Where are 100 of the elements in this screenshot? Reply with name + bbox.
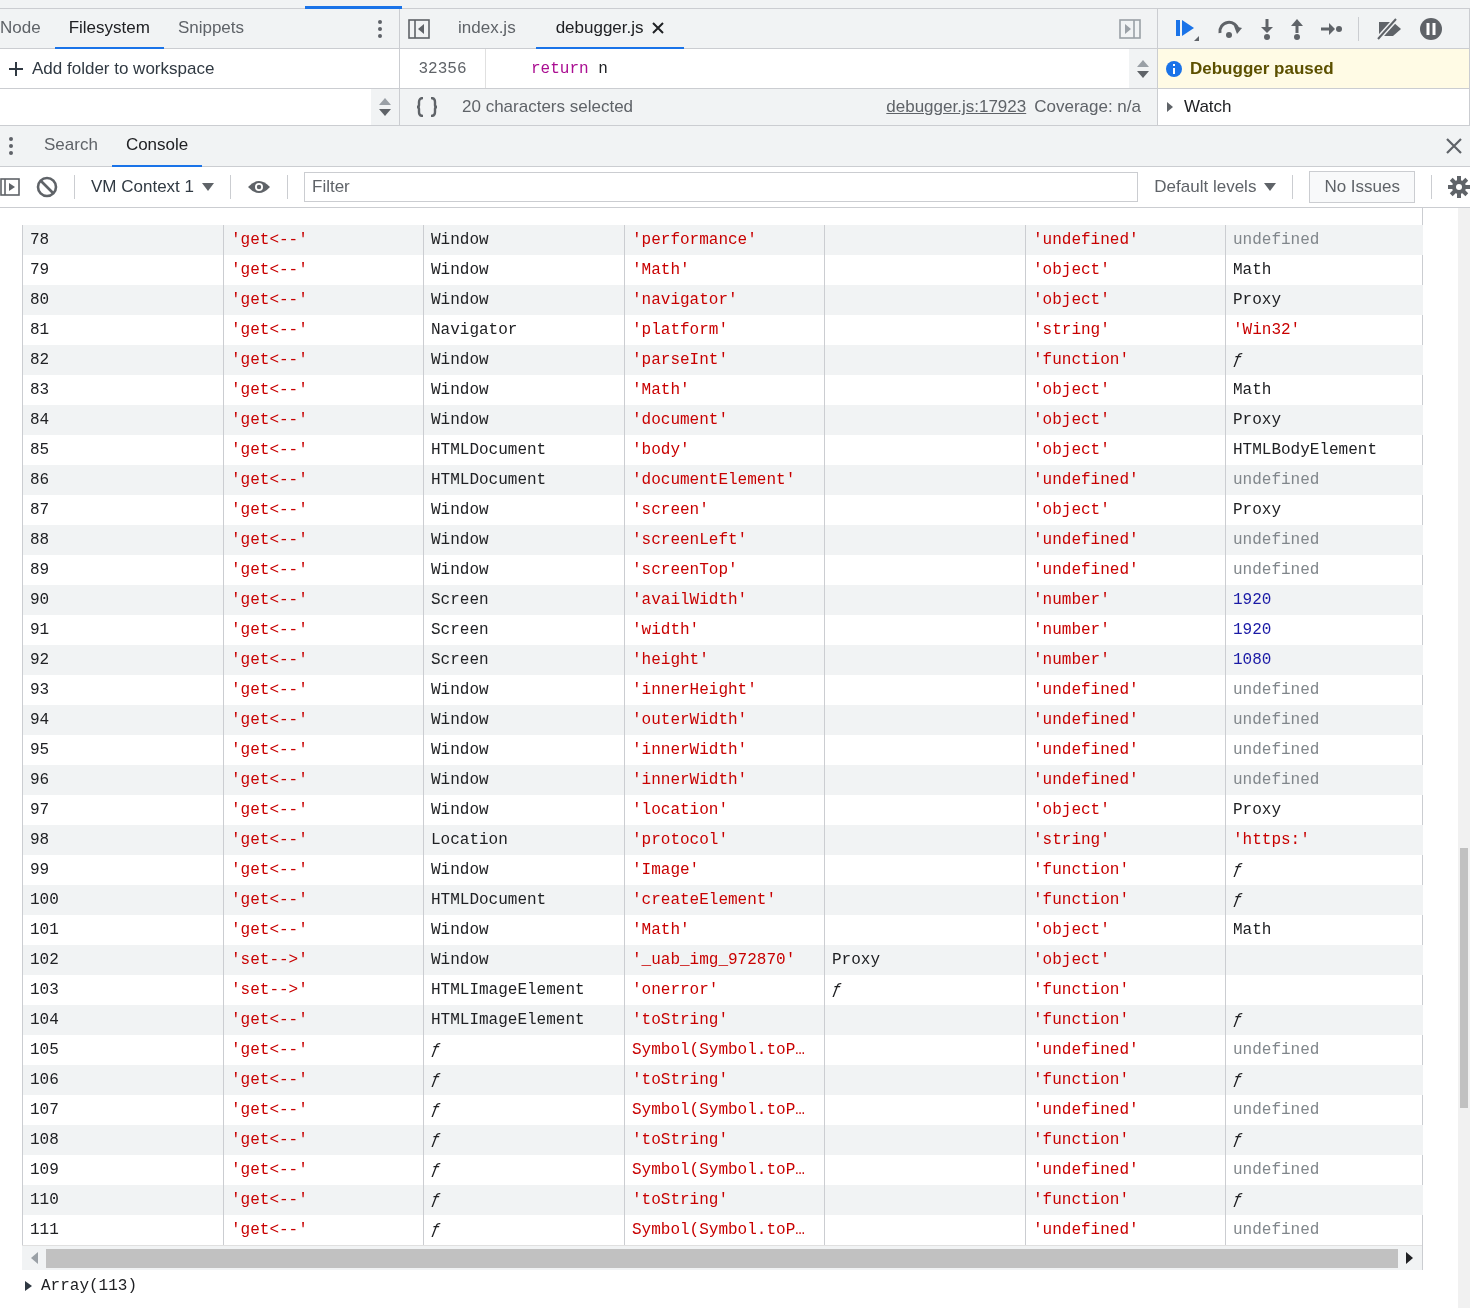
- table-cell: 'function': [1025, 1065, 1226, 1095]
- expand-icon[interactable]: [24, 1281, 33, 1291]
- table-cell: 'get<--': [223, 645, 424, 675]
- tab[interactable]: Search: [30, 125, 112, 167]
- table-cell: 'height': [624, 645, 825, 675]
- table-cell: 90: [22, 585, 224, 615]
- table-cell: 1920: [1225, 585, 1423, 615]
- table-cell: Proxy: [1225, 405, 1423, 435]
- table-cell: 102: [22, 945, 224, 975]
- table-cell: 96: [22, 765, 224, 795]
- table-cell: Proxy: [824, 945, 1026, 975]
- table-cell: 106: [22, 1065, 224, 1095]
- table-cell: 'undefined': [1025, 225, 1226, 255]
- table-cell: 98: [22, 825, 224, 855]
- scrollbar-thumb[interactable]: [46, 1248, 1398, 1268]
- line-number: 32356: [400, 49, 486, 88]
- context-dropdown[interactable]: VM Context 1: [91, 174, 214, 200]
- table-cell: 100: [22, 885, 224, 915]
- pause-icon[interactable]: [1419, 16, 1443, 41]
- table-cell: 'performance': [624, 225, 825, 255]
- tab[interactable]: Snippets: [163, 8, 259, 49]
- log-levels-dropdown[interactable]: Default levels: [1154, 174, 1277, 200]
- status-banner: Debugger paused: [1158, 49, 1470, 89]
- close-icon[interactable]: [651, 21, 664, 34]
- coverage-status: Coverage: n/a: [1034, 96, 1141, 119]
- table-cell: ƒ: [423, 1065, 625, 1095]
- deactivate-breakpoints-icon[interactable]: [1375, 17, 1403, 40]
- tab[interactable]: Filesystem: [54, 8, 164, 49]
- table-cell: ƒ: [1225, 1005, 1423, 1035]
- table-cell: 94: [22, 705, 224, 735]
- sidebar-toggle-icon[interactable]: [1119, 18, 1141, 39]
- table-cell: Proxy: [1225, 285, 1423, 315]
- table-cell: 'get<--': [223, 825, 424, 855]
- eye-icon[interactable]: [247, 179, 271, 195]
- tab[interactable]: Node: [0, 8, 55, 49]
- scroll-down-icon[interactable]: [1137, 70, 1149, 79]
- table-cell: 'get<--': [223, 765, 424, 795]
- more-icon[interactable]: [8, 136, 14, 156]
- result-summary[interactable]: Array(113): [24, 1274, 137, 1298]
- table-cell: 'get<--': [223, 1065, 424, 1095]
- tab[interactable]: Console: [111, 125, 203, 167]
- table-cell: 'get<--': [223, 345, 424, 375]
- table-cell: 92: [22, 645, 224, 675]
- scroll-down-icon[interactable]: [379, 109, 391, 117]
- table-cell: 80: [22, 285, 224, 315]
- selection-status: 20 characters selected: [462, 96, 634, 119]
- caret-icon: [1264, 183, 1277, 191]
- scroll-right-icon[interactable]: [1406, 1252, 1414, 1264]
- table-cell: HTMLDocument: [423, 465, 625, 495]
- table-cell: 'navigator': [624, 285, 825, 315]
- table-cell: 'function': [1025, 345, 1226, 375]
- watch-section-header[interactable]: Watch: [1166, 94, 1469, 120]
- table-cell: undefined: [1225, 765, 1423, 795]
- info-icon: [1166, 60, 1182, 77]
- code-line: return n: [530, 58, 608, 80]
- table-cell: ƒ: [1225, 885, 1423, 915]
- step-icon[interactable]: [1320, 21, 1342, 36]
- table-cell: 'get<--': [223, 225, 424, 255]
- clear-icon[interactable]: [36, 176, 58, 198]
- step-out-icon[interactable]: [1290, 17, 1304, 40]
- table-cell: Window: [423, 225, 625, 255]
- sidebar-toggle-icon[interactable]: [408, 18, 430, 39]
- table-cell: 'function': [1025, 885, 1226, 915]
- filter-field[interactable]: Filter: [304, 172, 1139, 202]
- table-cell: 104: [22, 1005, 224, 1035]
- step-over-icon[interactable]: [1216, 18, 1244, 39]
- table-cell: ƒ: [423, 1125, 625, 1155]
- step-into-icon[interactable]: [1260, 17, 1274, 40]
- pretty-print-button[interactable]: [416, 97, 438, 117]
- add-folder-button[interactable]: Add folder to workspace: [8, 55, 215, 82]
- table-cell: 108: [22, 1125, 224, 1155]
- table-cell: 88: [22, 525, 224, 555]
- tab[interactable]: debugger.js: [535, 8, 684, 49]
- more-icon[interactable]: [377, 18, 383, 39]
- table-cell: 'function': [1025, 1185, 1226, 1215]
- settings-icon[interactable]: [1448, 176, 1470, 198]
- sidebar-toggle-icon[interactable]: [0, 178, 20, 196]
- table-cell: 'outerWidth': [624, 705, 825, 735]
- table-cell: ƒ: [1225, 1185, 1423, 1215]
- table-cell: 'undefined': [1025, 765, 1226, 795]
- table-cell: Window: [423, 765, 625, 795]
- table-cell: Window: [423, 525, 625, 555]
- table-cell: '_uab_img_972870': [624, 945, 825, 975]
- source-link[interactable]: debugger.js:17923: [886, 94, 1027, 120]
- issues-button[interactable]: No Issues: [1309, 171, 1415, 203]
- table-cell: 'object': [1025, 945, 1226, 975]
- table-cell: 'get<--': [223, 705, 424, 735]
- table-cell: 'undefined': [1025, 525, 1226, 555]
- table-cell: 'number': [1025, 645, 1226, 675]
- caret-icon: [202, 183, 214, 191]
- table-cell: 'function': [1025, 1125, 1226, 1155]
- table-cell: 'get<--': [223, 585, 424, 615]
- scrollbar-thumb[interactable]: [1460, 848, 1468, 1108]
- table-cell: 'parseInt': [624, 345, 825, 375]
- braces-icon: [416, 97, 438, 117]
- table-cell: undefined: [1225, 225, 1423, 255]
- table-cell: 86: [22, 465, 224, 495]
- tab[interactable]: index.js: [438, 8, 536, 49]
- table-cell: Screen: [423, 585, 625, 615]
- table-cell: 'https:': [1225, 825, 1423, 855]
